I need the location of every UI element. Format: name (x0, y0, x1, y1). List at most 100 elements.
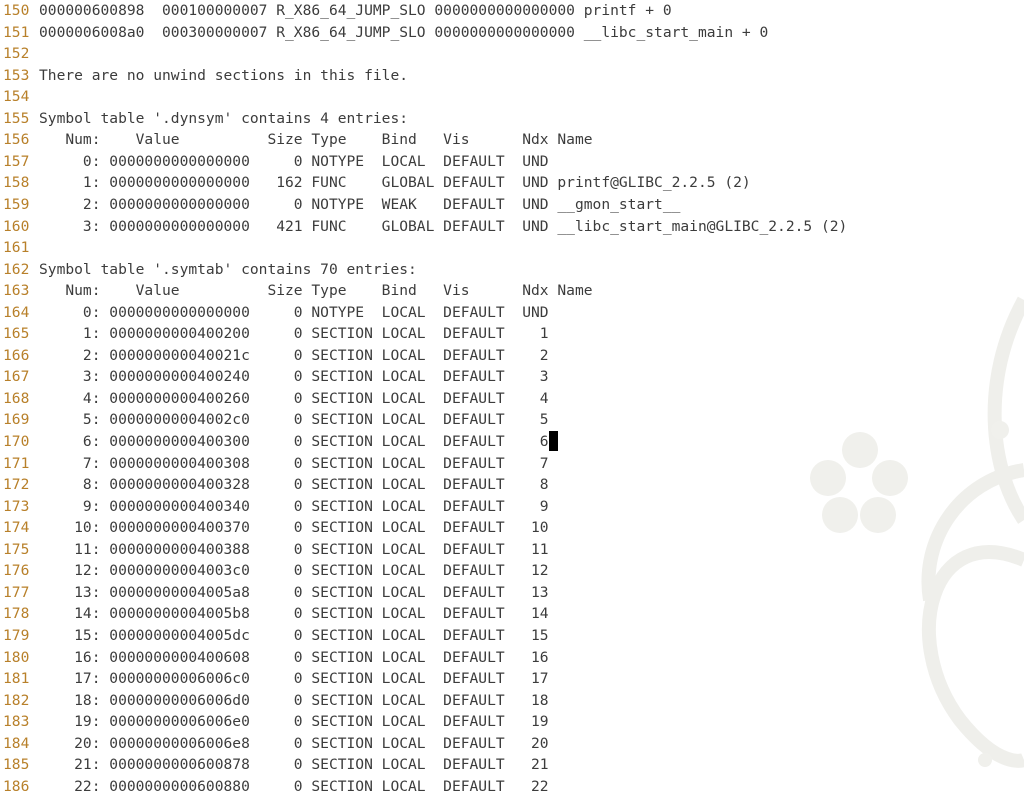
code-line[interactable]: 162 Symbol table '.symtab' contains 70 en… (0, 259, 1024, 281)
line-text: 20: 00000000006006e8 0 SECTION LOCAL DEF… (39, 734, 549, 752)
code-line[interactable]: 179 15: 00000000004005dc 0 SECTION LOCAL… (0, 625, 1024, 647)
line-number: 163 (3, 282, 30, 300)
line-text: 0: 0000000000000000 0 NOTYPE LOCAL DEFAU… (39, 152, 549, 170)
line-text: 5: 00000000004002c0 0 SECTION LOCAL DEFA… (39, 411, 549, 429)
line-number: 167 (3, 368, 30, 386)
line-number: 153 (3, 66, 30, 84)
code-line[interactable]: 156 Num: Value Size Type Bind Vis Ndx Na… (0, 129, 1024, 151)
code-line[interactable]: 169 5: 00000000004002c0 0 SECTION LOCAL … (0, 409, 1024, 431)
code-line[interactable]: 183 19: 00000000006006e0 0 SECTION LOCAL… (0, 711, 1024, 733)
line-number: 154 (3, 88, 30, 106)
line-text: 12: 00000000004003c0 0 SECTION LOCAL DEF… (39, 562, 549, 580)
code-line[interactable]: 168 4: 0000000000400260 0 SECTION LOCAL … (0, 388, 1024, 410)
line-text: 22: 0000000000600880 0 SECTION LOCAL DEF… (39, 777, 549, 795)
code-line[interactable]: 153 There are no unwind sections in this … (0, 65, 1024, 87)
line-number: 152 (3, 45, 30, 63)
code-line[interactable]: 186 22: 0000000000600880 0 SECTION LOCAL… (0, 776, 1024, 798)
code-line[interactable]: 184 20: 00000000006006e8 0 SECTION LOCAL… (0, 733, 1024, 755)
line-text: 4: 0000000000400260 0 SECTION LOCAL DEFA… (39, 389, 549, 407)
line-text: 1: 0000000000400200 0 SECTION LOCAL DEFA… (39, 325, 549, 343)
code-line[interactable]: 161 (0, 237, 1024, 259)
line-text: 9: 0000000000400340 0 SECTION LOCAL DEFA… (39, 497, 549, 515)
line-number: 175 (3, 540, 30, 558)
line-number: 170 (3, 433, 30, 450)
text-cursor (548, 431, 558, 451)
code-line[interactable]: 166 2: 000000000040021c 0 SECTION LOCAL … (0, 345, 1024, 367)
line-text: 3: 0000000000000000 421 FUNC GLOBAL DEFA… (39, 217, 848, 235)
code-line[interactable]: 178 14: 00000000004005b8 0 SECTION LOCAL… (0, 603, 1024, 625)
code-line[interactable]: 181 17: 00000000006006c0 0 SECTION LOCAL… (0, 668, 1024, 690)
line-number: 171 (3, 454, 30, 472)
code-line[interactable]: 177 13: 00000000004005a8 0 SECTION LOCAL… (0, 582, 1024, 604)
code-line[interactable]: 175 11: 0000000000400388 0 SECTION LOCAL… (0, 539, 1024, 561)
code-line[interactable]: 164 0: 0000000000000000 0 NOTYPE LOCAL D… (0, 302, 1024, 324)
code-line[interactable]: 170 6: 0000000000400300 0 SECTION LOCAL … (0, 431, 1024, 453)
code-line[interactable]: 151 0000006008a0 000300000007 R_X86_64_JU… (0, 22, 1024, 44)
line-number: 180 (3, 648, 30, 666)
line-text: 10: 0000000000400370 0 SECTION LOCAL DEF… (39, 519, 549, 537)
line-number: 161 (3, 239, 30, 257)
line-number: 182 (3, 691, 30, 709)
code-line[interactable]: 182 18: 00000000006006d0 0 SECTION LOCAL… (0, 690, 1024, 712)
line-text: 11: 0000000000400388 0 SECTION LOCAL DEF… (39, 540, 549, 558)
line-number: 169 (3, 411, 30, 429)
line-text: 8: 0000000000400328 0 SECTION LOCAL DEFA… (39, 476, 549, 494)
line-number: 151 (3, 23, 30, 41)
line-text: 18: 00000000006006d0 0 SECTION LOCAL DEF… (39, 691, 549, 709)
code-line[interactable]: 180 16: 0000000000400608 0 SECTION LOCAL… (0, 647, 1024, 669)
code-line[interactable]: 157 0: 0000000000000000 0 NOTYPE LOCAL D… (0, 151, 1024, 173)
line-text: 7: 0000000000400308 0 SECTION LOCAL DEFA… (39, 454, 549, 472)
line-text: 6: 0000000000400300 0 SECTION LOCAL DEFA… (39, 431, 558, 453)
line-text: 21: 0000000000600878 0 SECTION LOCAL DEF… (39, 756, 549, 774)
line-number: 168 (3, 389, 30, 407)
code-line[interactable]: 167 3: 0000000000400240 0 SECTION LOCAL … (0, 366, 1024, 388)
line-text: Num: Value Size Type Bind Vis Ndx Name (39, 131, 593, 149)
line-number: 177 (3, 583, 30, 601)
line-number: 165 (3, 325, 30, 343)
code-line[interactable]: 158 1: 0000000000000000 162 FUNC GLOBAL … (0, 172, 1024, 194)
line-text: 0: 0000000000000000 0 NOTYPE LOCAL DEFAU… (39, 303, 549, 321)
line-text: Symbol table '.dynsym' contains 4 entrie… (39, 109, 409, 127)
code-line[interactable]: 176 12: 00000000004003c0 0 SECTION LOCAL… (0, 560, 1024, 582)
line-number: 173 (3, 497, 30, 515)
line-number: 186 (3, 777, 30, 795)
code-line[interactable]: 172 8: 0000000000400328 0 SECTION LOCAL … (0, 474, 1024, 496)
line-number: 159 (3, 195, 30, 213)
line-text: 19: 00000000006006e0 0 SECTION LOCAL DEF… (39, 713, 549, 731)
line-number: 178 (3, 605, 30, 623)
line-number: 150 (3, 2, 30, 19)
code-line[interactable]: 174 10: 0000000000400370 0 SECTION LOCAL… (0, 517, 1024, 539)
line-text: 16: 0000000000400608 0 SECTION LOCAL DEF… (39, 648, 549, 666)
line-number: 185 (3, 756, 30, 774)
code-line[interactable]: 160 3: 0000000000000000 421 FUNC GLOBAL … (0, 216, 1024, 238)
code-line[interactable]: 154 (0, 86, 1024, 108)
line-text: 14: 00000000004005b8 0 SECTION LOCAL DEF… (39, 605, 549, 623)
line-number: 155 (3, 109, 30, 127)
line-number: 176 (3, 562, 30, 580)
code-line[interactable]: 185 21: 0000000000600878 0 SECTION LOCAL… (0, 754, 1024, 776)
line-text: There are no unwind sections in this fil… (39, 66, 409, 84)
code-line[interactable]: 171 7: 0000000000400308 0 SECTION LOCAL … (0, 453, 1024, 475)
code-line[interactable]: 165 1: 0000000000400200 0 SECTION LOCAL … (0, 323, 1024, 345)
line-text: Symbol table '.symtab' contains 70 entri… (39, 260, 417, 278)
code-line[interactable]: 152 (0, 43, 1024, 65)
code-line[interactable]: 159 2: 0000000000000000 0 NOTYPE WEAK DE… (0, 194, 1024, 216)
line-text: 3: 0000000000400240 0 SECTION LOCAL DEFA… (39, 368, 549, 386)
line-text: 1: 0000000000000000 162 FUNC GLOBAL DEFA… (39, 174, 751, 192)
line-number: 158 (3, 174, 30, 192)
line-number: 181 (3, 670, 30, 688)
line-number: 156 (3, 131, 30, 149)
code-line[interactable]: 173 9: 0000000000400340 0 SECTION LOCAL … (0, 496, 1024, 518)
line-number: 166 (3, 346, 30, 364)
line-number: 164 (3, 303, 30, 321)
code-line[interactable]: 163 Num: Value Size Type Bind Vis Ndx Na… (0, 280, 1024, 302)
line-number: 179 (3, 626, 30, 644)
line-number: 174 (3, 519, 30, 537)
line-text: 13: 00000000004005a8 0 SECTION LOCAL DEF… (39, 583, 549, 601)
text-editor[interactable]: 150 000000600898 000100000007 R_X86_64_JU… (0, 0, 1024, 801)
line-text: 000000600898 000100000007 R_X86_64_JUMP_… (39, 2, 672, 19)
code-line[interactable]: 150 000000600898 000100000007 R_X86_64_JU… (0, 0, 1024, 22)
line-number: 184 (3, 734, 30, 752)
code-line[interactable]: 155 Symbol table '.dynsym' contains 4 ent… (0, 108, 1024, 130)
line-text: 2: 0000000000000000 0 NOTYPE WEAK DEFAUL… (39, 195, 681, 213)
